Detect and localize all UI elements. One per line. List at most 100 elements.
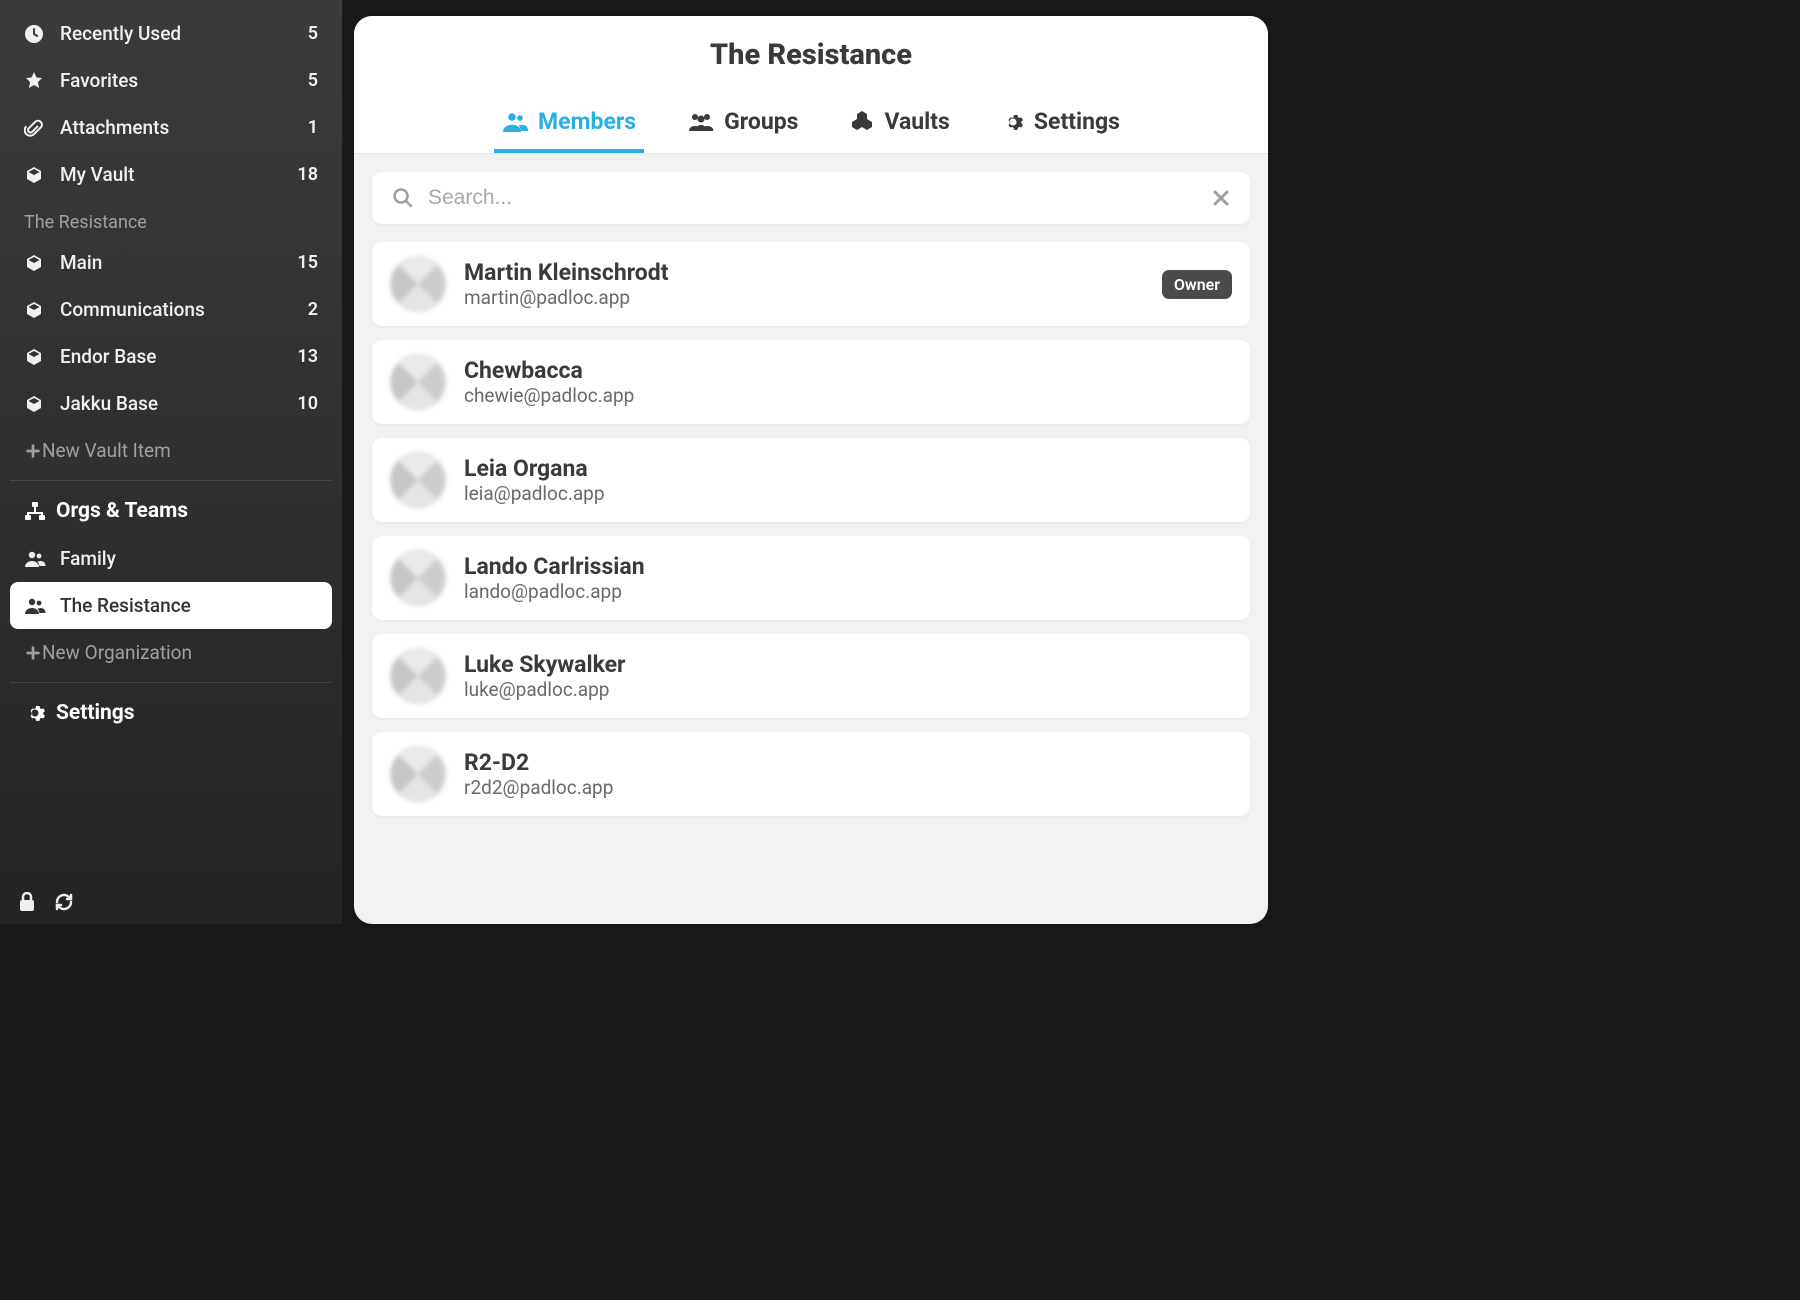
avatar — [390, 452, 446, 508]
main-panel: The Resistance Members Groups Vaults — [354, 16, 1268, 924]
avatar — [390, 550, 446, 606]
sidebar-item-count: 1 — [308, 117, 318, 138]
sidebar-item-label: Endor Base — [60, 345, 297, 368]
sidebar-item-favorites[interactable]: Favorites 5 — [10, 57, 332, 104]
role-badge: Owner — [1162, 270, 1232, 299]
avatar — [390, 256, 446, 312]
member-info: Luke Skywalkerluke@padloc.app — [464, 651, 1232, 701]
divider — [10, 480, 332, 481]
orgs-and-teams-heading: Orgs & Teams — [10, 487, 332, 535]
cubes-icon — [850, 110, 874, 134]
member-info: Leia Organaleia@padloc.app — [464, 455, 1232, 505]
avatar — [390, 648, 446, 704]
gear-icon — [24, 702, 46, 724]
search-icon — [392, 187, 414, 209]
sidebar-item-count: 5 — [308, 23, 318, 44]
member-card[interactable]: Luke Skywalkerluke@padloc.app — [372, 634, 1250, 718]
star-icon — [24, 71, 52, 91]
sidebar-item-label: Main — [60, 251, 297, 274]
settings-label: Settings — [56, 701, 135, 725]
sidebar-org-resistance[interactable]: The Resistance — [10, 582, 332, 629]
gear-icon — [1002, 111, 1024, 133]
plus-icon — [24, 644, 42, 662]
sidebar-item-label: My Vault — [60, 163, 297, 186]
cube-icon — [24, 300, 52, 320]
search-container — [372, 172, 1250, 224]
sidebar-item-attachments[interactable]: Attachments 1 — [10, 104, 332, 151]
member-info: Martin Kleinschrodtmartin@padloc.app — [464, 259, 1162, 309]
member-info: R2-D2r2d2@padloc.app — [464, 749, 1232, 799]
cube-icon — [24, 165, 52, 185]
sidebar-item-count: 2 — [308, 299, 318, 320]
sidebar-item-count: 15 — [297, 252, 318, 273]
users-icon — [24, 597, 52, 615]
member-card[interactable]: Lando Carlrissianlando@padloc.app — [372, 536, 1250, 620]
sidebar: Recently Used 5 Favorites 5 Attachments … — [0, 0, 342, 924]
sidebar-item-recently-used[interactable]: Recently Used 5 — [10, 10, 332, 57]
sidebar-item-label: Attachments — [60, 116, 308, 139]
member-email: martin@padloc.app — [464, 286, 1162, 309]
member-email: lando@padloc.app — [464, 580, 1232, 603]
tab-label: Groups — [724, 108, 798, 135]
tab-settings[interactable]: Settings — [994, 98, 1128, 153]
member-email: leia@padloc.app — [464, 482, 1232, 505]
search-input[interactable] — [428, 186, 1212, 210]
sync-icon[interactable] — [54, 892, 74, 912]
tab-groups[interactable]: Groups — [680, 98, 806, 153]
new-organization-button[interactable]: New Organization — [10, 629, 332, 676]
member-card[interactable]: Martin Kleinschrodtmartin@padloc.appOwne… — [372, 242, 1250, 326]
member-name: Lando Carlrissian — [464, 553, 1232, 580]
sidebar-vault-communications[interactable]: Communications 2 — [10, 286, 332, 333]
member-email: r2d2@padloc.app — [464, 776, 1232, 799]
member-name: Chewbacca — [464, 357, 1232, 384]
sidebar-item-label: Jakku Base — [60, 392, 297, 415]
member-name: Leia Organa — [464, 455, 1232, 482]
cube-icon — [24, 253, 52, 273]
sidebar-item-count: 13 — [297, 346, 318, 367]
sidebar-footer — [0, 880, 342, 924]
members-icon — [502, 111, 528, 133]
sidebar-vault-jakku-base[interactable]: Jakku Base 10 — [10, 380, 332, 427]
new-vault-item-button[interactable]: New Vault Item — [10, 427, 332, 474]
tab-vaults[interactable]: Vaults — [842, 98, 957, 153]
sidebar-item-label: Communications — [60, 298, 308, 321]
clock-icon — [24, 24, 52, 44]
member-email: luke@padloc.app — [464, 678, 1232, 701]
sidebar-item-count: 10 — [297, 393, 318, 414]
sidebar-item-label: New Vault Item — [42, 439, 171, 462]
sidebar-item-label: Family — [60, 547, 318, 570]
main-header: The Resistance Members Groups Vaults — [354, 16, 1268, 154]
tabs: Members Groups Vaults Settings — [354, 98, 1268, 153]
sidebar-item-count: 5 — [308, 70, 318, 91]
sidebar-settings[interactable]: Settings — [10, 689, 332, 737]
users-icon — [24, 550, 52, 568]
member-card[interactable]: R2-D2r2d2@padloc.app — [372, 732, 1250, 816]
lock-icon[interactable] — [18, 892, 36, 912]
member-card[interactable]: Leia Organaleia@padloc.app — [372, 438, 1250, 522]
tab-label: Settings — [1034, 108, 1120, 135]
member-info: Chewbaccachewie@padloc.app — [464, 357, 1232, 407]
divider — [10, 682, 332, 683]
sidebar-vault-endor-base[interactable]: Endor Base 13 — [10, 333, 332, 380]
groups-icon — [688, 111, 714, 133]
page-title: The Resistance — [354, 38, 1268, 72]
members-list: Martin Kleinschrodtmartin@padloc.appOwne… — [372, 242, 1250, 816]
avatar — [390, 746, 446, 802]
cube-icon — [24, 347, 52, 367]
cube-icon — [24, 394, 52, 414]
tab-label: Vaults — [884, 108, 949, 135]
sidebar-item-label: Recently Used — [60, 22, 308, 45]
sidebar-section-label: The Resistance — [10, 198, 332, 239]
clear-search-icon[interactable] — [1212, 189, 1230, 207]
sidebar-org-family[interactable]: Family — [10, 535, 332, 582]
tab-members[interactable]: Members — [494, 98, 644, 153]
member-name: R2-D2 — [464, 749, 1232, 776]
sidebar-item-my-vault[interactable]: My Vault 18 — [10, 151, 332, 198]
plus-icon — [24, 442, 42, 460]
member-card[interactable]: Chewbaccachewie@padloc.app — [372, 340, 1250, 424]
sidebar-item-label: The Resistance — [60, 594, 318, 617]
paperclip-icon — [24, 118, 52, 138]
main-body: Martin Kleinschrodtmartin@padloc.appOwne… — [354, 154, 1268, 924]
member-info: Lando Carlrissianlando@padloc.app — [464, 553, 1232, 603]
sidebar-vault-main[interactable]: Main 15 — [10, 239, 332, 286]
